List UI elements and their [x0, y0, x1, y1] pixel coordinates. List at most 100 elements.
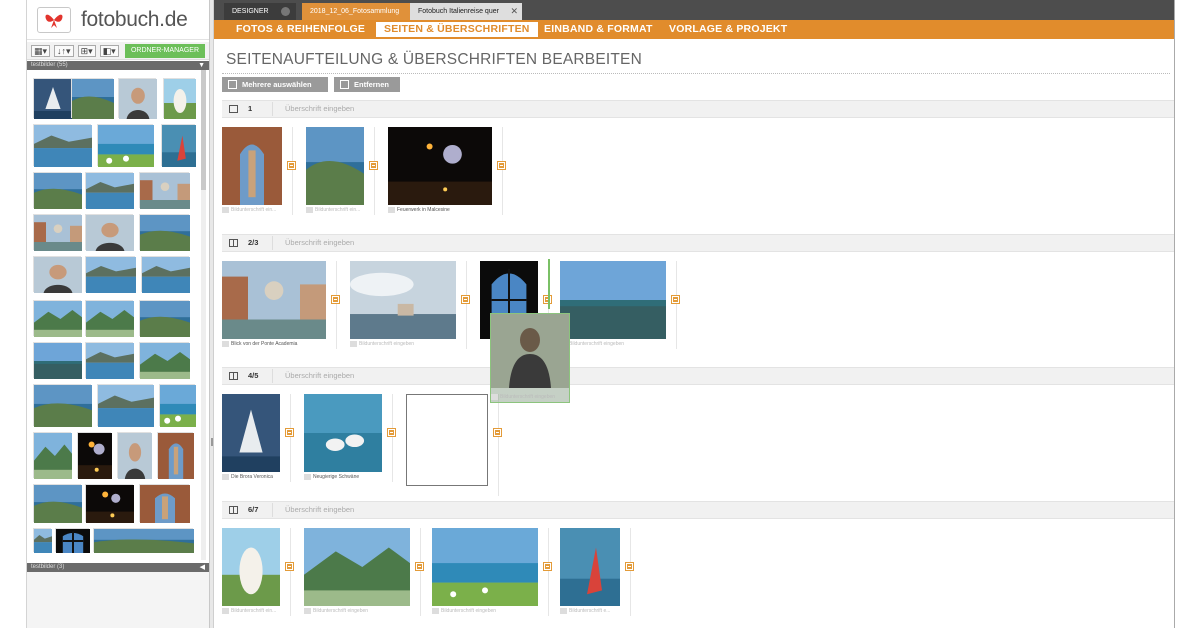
tab-photo-collection[interactable]: 2018_12_06_Fotosammlung	[302, 3, 410, 20]
library-thumbnail[interactable]	[85, 172, 134, 209]
page-title: SEITENAUFTEILUNG & ÜBERSCHRIFTEN BEARBEI…	[226, 51, 642, 68]
add-page-break-button[interactable]	[286, 429, 293, 436]
add-page-break-button[interactable]	[388, 429, 395, 436]
dragged-photo[interactable]: Bildunterschrift eingeben	[490, 313, 570, 403]
photo-caption[interactable]: Bildunterschrift ein...	[222, 207, 282, 213]
page-photo[interactable]: Bildunterschrift eingeben	[432, 528, 538, 618]
library-thumbnail[interactable]	[85, 214, 134, 251]
tab-photobook[interactable]: Fotobuch Italienreise quer ✕	[410, 3, 522, 20]
add-page-break-button[interactable]	[626, 563, 633, 570]
library-thumbnail[interactable]	[163, 78, 196, 119]
page-photo[interactable]: Bildunterschrift ein...	[306, 127, 364, 217]
library-thumbnail[interactable]	[33, 300, 82, 337]
photo-caption[interactable]: Bildunterschrift eingeben	[304, 608, 410, 614]
library-thumbnail[interactable]	[33, 384, 92, 427]
heading-input[interactable]: Überschrift eingeben	[272, 369, 392, 383]
page-photo[interactable]: Bildunterschrift ein...	[222, 528, 280, 618]
library-thumbnail[interactable]	[93, 528, 194, 553]
nav-photos-order[interactable]: FOTOS & REIHENFOLGE	[236, 20, 365, 39]
photo-caption[interactable]: Bildunterschrift eingeben	[560, 341, 666, 347]
library-thumbnail[interactable]	[33, 124, 92, 167]
library-thumbnail[interactable]	[33, 432, 72, 479]
add-page-break-button[interactable]	[370, 162, 377, 169]
library-thumbnail[interactable]	[139, 342, 190, 379]
add-page-break-button[interactable]	[494, 429, 501, 436]
thumb-size-icon[interactable]: ⊞▾	[77, 44, 96, 57]
library-thumbnail[interactable]	[161, 124, 196, 167]
view-grid-icon[interactable]: ▦▾	[31, 44, 51, 57]
photo-caption[interactable]: Bildunterschrift e...	[560, 608, 620, 614]
heading-input[interactable]: Überschrift eingeben	[272, 236, 392, 250]
tab-designer[interactable]: DESIGNER	[224, 3, 296, 20]
library-thumbnail[interactable]	[71, 78, 114, 119]
photo-caption[interactable]: Bildunterschrift ein...	[222, 608, 280, 614]
library-folder-header-2[interactable]: testbilder (3) ◀	[27, 563, 209, 572]
page-photo[interactable]: Blick von der Ponte Academia	[222, 261, 326, 351]
photo-caption[interactable]: Bildunterschrift ein...	[306, 207, 364, 213]
settings-icon[interactable]	[281, 7, 290, 16]
add-page-break-button[interactable]	[288, 162, 295, 169]
add-page-break-button[interactable]	[498, 162, 505, 169]
library-thumbnail[interactable]	[159, 384, 196, 427]
library-scrollbar[interactable]	[201, 70, 206, 560]
library-thumbnail[interactable]	[33, 528, 52, 553]
library-thumbnail[interactable]	[33, 172, 82, 209]
library-thumbnail[interactable]	[139, 300, 190, 337]
page-photo[interactable]: Bildunterschrift eingeben	[350, 261, 456, 351]
nav-cover-format[interactable]: EINBAND & FORMAT	[544, 20, 653, 39]
page-photo[interactable]	[406, 394, 488, 498]
library-thumbnail[interactable]	[157, 432, 194, 479]
page-photo[interactable]: Bildunterschrift ein...	[222, 127, 282, 217]
heading-input[interactable]: Überschrift eingeben	[272, 503, 392, 517]
select-multiple-button[interactable]: Mehrere auswählen	[222, 77, 328, 92]
library-thumbnail[interactable]	[33, 78, 72, 119]
remove-button[interactable]: Entfernen	[334, 77, 400, 92]
page-photo[interactable]: Bildunterschrift eingeben	[304, 528, 410, 618]
library-thumbnail[interactable]	[117, 432, 152, 479]
sort-icon[interactable]: ↓↑▾	[54, 44, 74, 57]
nav-template-project[interactable]: VORLAGE & PROJEKT	[669, 20, 787, 39]
nav-pages-headings[interactable]: SEITEN & ÜBERSCHRIFTEN	[376, 22, 538, 37]
photo-caption[interactable]: Neugierige Schwäne	[304, 474, 382, 480]
library-folder-header[interactable]: testbilder (55) ▼	[27, 61, 209, 70]
library-thumbnail[interactable]	[141, 256, 190, 293]
add-page-break-button[interactable]	[672, 296, 679, 303]
library-thumbnail[interactable]	[139, 214, 190, 251]
page-photo[interactable]: Neugierige Schwäne	[304, 394, 382, 484]
add-page-break-button[interactable]	[544, 563, 551, 570]
library-thumbnail[interactable]	[85, 256, 136, 293]
close-icon[interactable]: ✕	[510, 3, 518, 20]
library-thumbnail[interactable]	[55, 528, 90, 553]
page-photo[interactable]: Bildunterschrift e...	[560, 528, 620, 618]
library-thumbnail[interactable]	[85, 342, 134, 379]
page-photo[interactable]: Die Brora Veronica	[222, 394, 280, 484]
organizer-button[interactable]: ORDNER-MANAGER	[124, 43, 205, 58]
add-page-break-button[interactable]	[286, 563, 293, 570]
library-thumbnail[interactable]	[139, 172, 190, 209]
library-thumbnail[interactable]	[118, 78, 157, 119]
library-thumbnail[interactable]	[33, 256, 82, 293]
page-photo[interactable]: Bildunterschrift eingeben	[560, 261, 666, 351]
expand-arrow-icon[interactable]: ◀	[200, 563, 205, 572]
add-page-break-button[interactable]	[332, 296, 339, 303]
add-page-break-button[interactable]	[462, 296, 469, 303]
photo-caption[interactable]: Die Brora Veronica	[222, 474, 280, 480]
library-thumbnail[interactable]	[77, 432, 112, 479]
library-thumbnail[interactable]	[139, 484, 190, 523]
library-thumbnail[interactable]	[85, 484, 134, 523]
filter-icon[interactable]: ◧▾	[99, 44, 119, 57]
library-thumbnail[interactable]	[33, 342, 82, 379]
heading-input[interactable]: Überschrift eingeben	[272, 102, 392, 116]
photo-caption[interactable]: Bildunterschrift eingeben	[432, 608, 538, 614]
page-photo[interactable]: Feuerwerk in Malcesine	[388, 127, 492, 217]
add-page-break-button[interactable]	[416, 563, 423, 570]
photo-caption[interactable]: Bildunterschrift eingeben	[350, 341, 456, 347]
library-thumbnail[interactable]	[85, 300, 134, 337]
library-thumbnail[interactable]	[33, 214, 82, 251]
photo-caption[interactable]: Blick von der Ponte Academia	[222, 341, 326, 347]
library-thumbnail[interactable]	[97, 384, 154, 427]
library-thumbnail[interactable]	[33, 484, 82, 523]
library-thumbnail[interactable]	[97, 124, 154, 167]
photo-caption[interactable]: Feuerwerk in Malcesine	[388, 207, 492, 213]
collapse-arrow-icon[interactable]: ▼	[198, 61, 205, 70]
